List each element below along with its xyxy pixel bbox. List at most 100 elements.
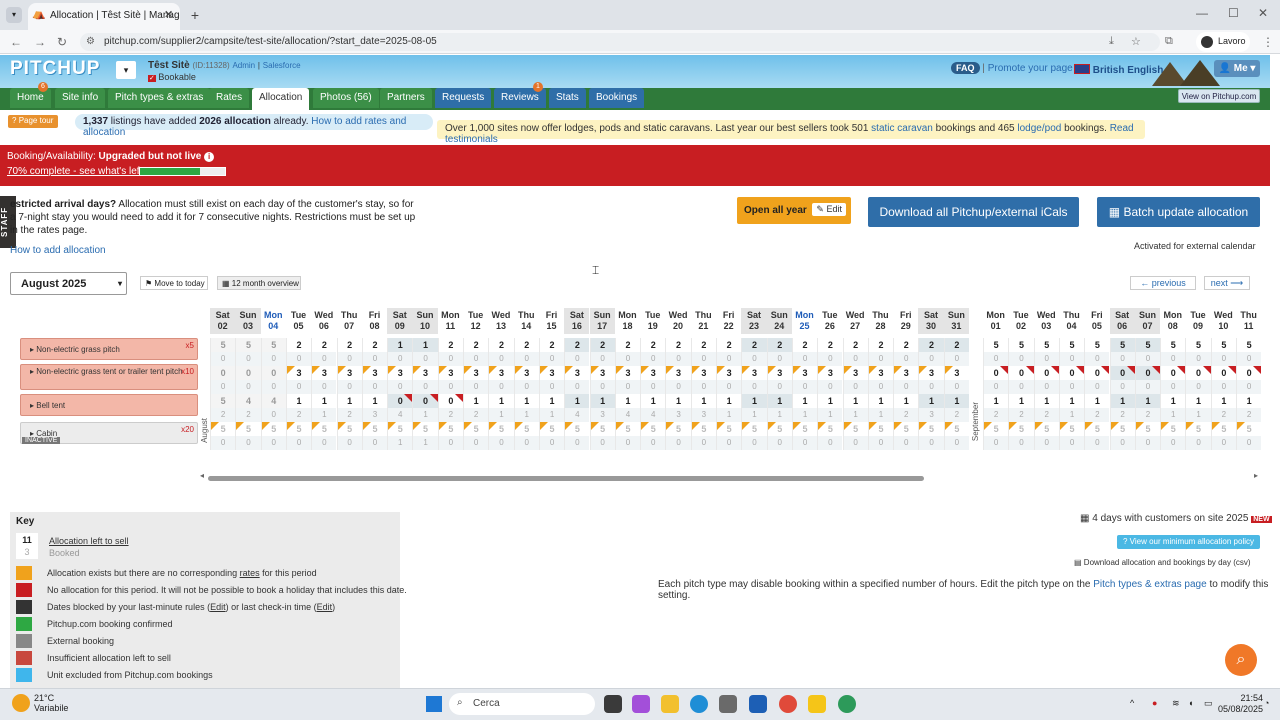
sep-alloc-cell[interactable]: 5 [1033, 422, 1059, 436]
sep-alloc-cell[interactable]: 1 [1109, 394, 1135, 408]
aug-alloc-cell[interactable]: 3 [463, 366, 489, 380]
aug-alloc-cell[interactable]: 1 [791, 394, 817, 408]
aug-alloc-cell[interactable]: 5 [867, 422, 894, 436]
lodge-pod-link[interactable]: lodge/pod [1017, 123, 1061, 134]
aug-alloc-cell[interactable]: 1 [361, 394, 387, 408]
aug-alloc-cell[interactable]: 3 [361, 366, 388, 380]
sep-alloc-cell[interactable]: 0 [1008, 366, 1034, 380]
batch-update-button[interactable]: ▦ Batch update allocation [1097, 197, 1260, 227]
aug-alloc-cell[interactable]: 1 [412, 338, 438, 352]
tab-search-button[interactable]: ▾ [6, 7, 22, 23]
aug-alloc-cell[interactable]: 3 [437, 366, 463, 380]
aug-alloc-cell[interactable]: 2 [488, 338, 513, 352]
sep-alloc-cell[interactable]: 5 [1236, 422, 1262, 436]
aug-alloc-cell[interactable]: 0 [260, 366, 286, 380]
aug-alloc-cell[interactable]: 5 [614, 422, 641, 436]
aug-alloc-cell[interactable]: 1 [817, 394, 842, 408]
sep-alloc-cell[interactable]: 1 [1058, 394, 1084, 408]
aug-alloc-cell[interactable]: 3 [791, 366, 818, 380]
static-caravan-link[interactable]: static caravan [871, 123, 933, 134]
aug-alloc-cell[interactable]: 1 [766, 394, 792, 408]
aug-alloc-cell[interactable]: 1 [690, 394, 716, 408]
url-input[interactable]: pitchup.com/supplier2/campsite/test-site… [80, 33, 1160, 51]
aug-alloc-cell[interactable]: 1 [463, 394, 488, 408]
aug-alloc-cell[interactable]: 5 [210, 394, 236, 408]
aug-alloc-cell[interactable]: 2 [867, 338, 893, 352]
aug-alloc-cell[interactable]: 3 [665, 366, 691, 380]
wifi-icon[interactable]: ≋ [1172, 698, 1180, 709]
aug-alloc-cell[interactable]: 5 [260, 422, 286, 436]
aug-alloc-cell[interactable]: 2 [690, 338, 716, 352]
taskbar-search[interactable]: ⌕ Cerca [449, 693, 595, 715]
download-icals-button[interactable]: Download all Pitchup/external iCals [868, 197, 1079, 227]
aug-alloc-cell[interactable]: 2 [791, 338, 817, 352]
download-csv-link[interactable]: ▤ Download allocation and bookings by da… [1074, 558, 1251, 567]
back-icon[interactable]: ← [10, 35, 22, 49]
sep-alloc-cell[interactable]: 5 [1134, 338, 1161, 352]
sticky-notes-icon[interactable] [808, 695, 826, 713]
aug-alloc-cell[interactable]: 1 [665, 394, 690, 408]
aug-alloc-cell[interactable]: 5 [817, 422, 843, 436]
aug-alloc-cell[interactable]: 2 [513, 338, 539, 352]
aug-alloc-cell[interactable]: 1 [614, 394, 640, 408]
aug-alloc-cell[interactable]: 5 [893, 422, 919, 436]
min-allocation-policy-button[interactable]: ? View our minimum allocation policy [1117, 535, 1260, 549]
aug-alloc-cell[interactable]: 1 [336, 394, 362, 408]
tab-partners[interactable]: Partners [380, 88, 432, 108]
minimize-icon[interactable]: — [1196, 6, 1208, 20]
aug-alloc-cell[interactable]: 1 [589, 394, 615, 408]
chrome-icon[interactable] [779, 695, 797, 713]
aug-alloc-cell[interactable]: 2 [817, 338, 842, 352]
aug-alloc-cell[interactable]: 3 [716, 366, 742, 380]
sep-alloc-cell[interactable]: 5 [1210, 422, 1236, 436]
aug-alloc-cell[interactable]: 1 [387, 338, 413, 352]
pitch-type-bell-tent[interactable]: ▸ Bell tent [20, 394, 198, 416]
site-switcher-dropdown[interactable]: ▾ [116, 61, 136, 79]
aug-alloc-cell[interactable]: 3 [741, 366, 767, 380]
aug-alloc-cell[interactable]: 3 [387, 366, 413, 380]
tray-chevron-icon[interactable]: ^ [1130, 698, 1134, 708]
aug-alloc-cell[interactable]: 2 [564, 338, 590, 352]
key-link[interactable]: Edit [317, 602, 333, 612]
how-to-add-allocation-link[interactable]: How to add allocation [10, 245, 106, 256]
view-on-pitchup-button[interactable]: View on Pitchup.com [1178, 89, 1260, 103]
aug-alloc-cell[interactable]: 5 [463, 422, 489, 436]
sep-alloc-cell[interactable]: 5 [1109, 422, 1135, 436]
pitchup-logo[interactable]: PITCHUP [10, 58, 100, 80]
pitch-type-tent-trailer[interactable]: ▸ Non-electric grass tent or trailer ten… [20, 364, 198, 390]
aug-alloc-cell[interactable]: 2 [766, 338, 792, 352]
aug-alloc-cell[interactable]: 1 [538, 394, 564, 408]
aug-alloc-cell[interactable]: 2 [463, 338, 488, 352]
sep-alloc-cell[interactable]: 1 [1008, 394, 1033, 408]
aug-alloc-cell[interactable]: 2 [311, 338, 336, 352]
sep-alloc-cell[interactable]: 5 [983, 422, 1009, 436]
aug-alloc-cell[interactable]: 5 [235, 338, 261, 352]
sep-alloc-cell[interactable]: 5 [1185, 422, 1211, 436]
sep-alloc-cell[interactable]: 1 [1236, 394, 1261, 408]
aug-alloc-cell[interactable]: 5 [260, 338, 286, 352]
admin-link[interactable]: Admin [232, 61, 255, 70]
aug-alloc-cell[interactable]: 2 [361, 338, 387, 352]
aug-alloc-cell[interactable]: 1 [513, 394, 539, 408]
sep-alloc-cell[interactable]: 0 [1210, 366, 1237, 380]
previous-button[interactable]: ← previous [1130, 276, 1196, 290]
aug-alloc-cell[interactable]: 2 [336, 338, 362, 352]
sep-alloc-cell[interactable]: 0 [1134, 366, 1161, 380]
tab-site-info[interactable]: Site info [55, 88, 106, 108]
aug-alloc-cell[interactable]: 5 [918, 422, 944, 436]
forward-icon[interactable]: → [34, 35, 46, 49]
aug-alloc-cell[interactable]: 5 [842, 422, 868, 436]
edge-icon[interactable] [690, 695, 708, 713]
aug-alloc-cell[interactable]: 5 [387, 422, 413, 436]
info-icon[interactable]: i [204, 152, 215, 162]
aug-alloc-cell[interactable]: 0 [210, 366, 236, 380]
site-info-icon[interactable]: ⚙ [86, 36, 95, 47]
aug-alloc-cell[interactable]: 2 [893, 338, 918, 352]
sep-alloc-cell[interactable]: 5 [1008, 422, 1034, 436]
microphone-icon[interactable]: ● [1152, 698, 1157, 708]
pitch-type-non-electric-grass[interactable]: ▸ Non-electric grass pitch x5 [20, 338, 198, 360]
taskbar-clock[interactable]: 21:54 05/08/2025 [1218, 693, 1263, 715]
sep-alloc-cell[interactable]: 1 [1033, 394, 1059, 408]
aug-alloc-cell[interactable]: 2 [943, 338, 969, 352]
browser-tab[interactable]: Allocation | Têst Sitè | Manage [28, 3, 180, 30]
